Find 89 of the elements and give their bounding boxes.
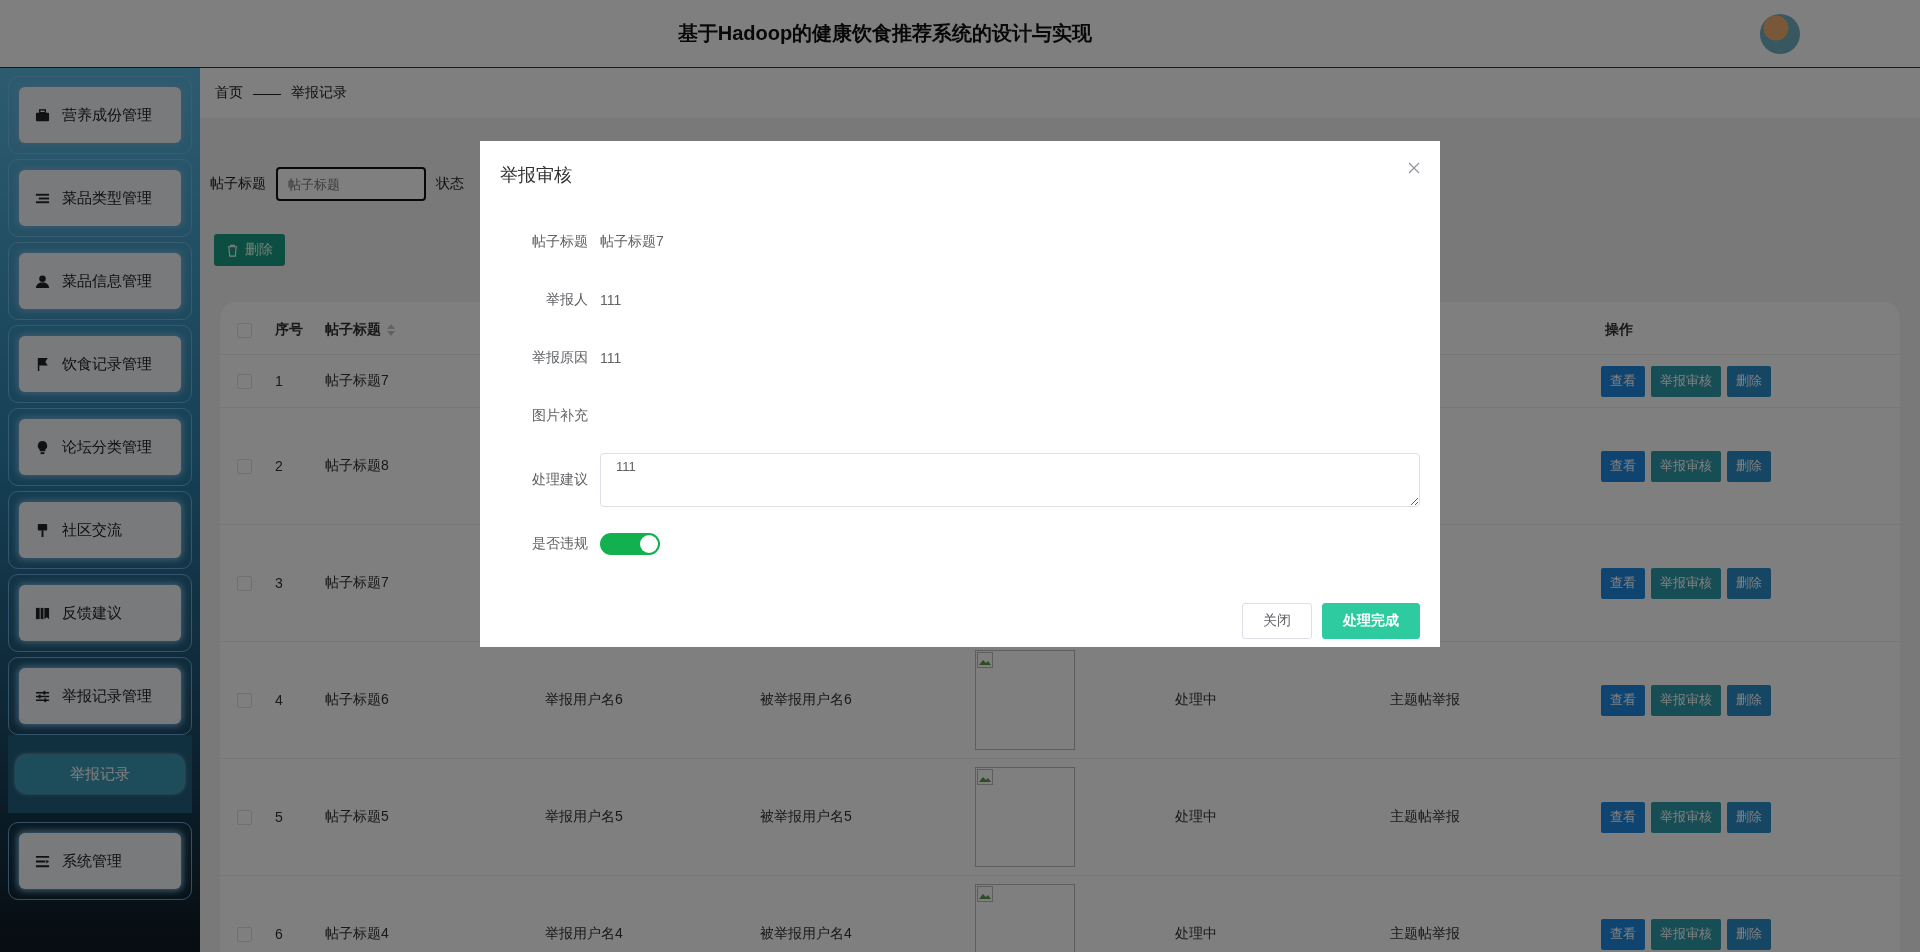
sidebar-item[interactable]: 系统管理 (8, 822, 192, 900)
user-icon (35, 273, 50, 289)
sidebar-item[interactable]: 饮食记录管理 (8, 325, 192, 403)
form-label: 图片补充 (531, 407, 589, 425)
table-cell: 1 (275, 373, 283, 389)
app-title: 基于Hadoop的健康饮食推荐系统的设计与实现 (677, 21, 1093, 46)
sidebar-item[interactable]: 菜品信息管理 (8, 242, 192, 320)
table-cell: 2 (275, 458, 283, 474)
form-label: 是否违规 (531, 535, 589, 553)
view-button[interactable]: 查看 (1601, 365, 1645, 397)
flag-icon (35, 356, 50, 372)
avatar[interactable] (1760, 14, 1800, 54)
table-cell: 举报用户名6 (545, 691, 623, 709)
sidebar-item[interactable]: 反馈建议 (8, 574, 192, 652)
form-label: 举报人 (545, 291, 589, 309)
sidebar-item[interactable]: 举报记录管理 (8, 657, 192, 735)
table-cell: 帖子标题5 (325, 808, 389, 826)
sidebar-item[interactable]: 菜品类型管理 (8, 159, 192, 237)
book-icon (35, 605, 50, 621)
view-button[interactable]: 查看 (1601, 567, 1645, 599)
review-button[interactable]: 举报审核 (1651, 365, 1721, 397)
breadcrumb-current: 举报记录 (291, 84, 347, 102)
table-cell: 帖子标题4 (325, 925, 389, 943)
column-header: 帖子标题 (325, 321, 381, 339)
table-cell: 举报用户名5 (545, 808, 623, 826)
review-button[interactable]: 举报审核 (1651, 450, 1721, 482)
form-value: 111 (600, 292, 622, 308)
table-cell: 被举报用户名5 (760, 808, 852, 826)
table-cell: 6 (275, 926, 283, 942)
bulb-icon (35, 439, 50, 455)
form-label: 举报原因 (531, 349, 589, 367)
sidebar-item[interactable]: 论坛分类管理 (8, 408, 192, 486)
table-cell: 处理中 (1175, 808, 1217, 826)
delete-button[interactable]: 删除 (1727, 801, 1771, 833)
delete-button[interactable]: 删除 (1727, 450, 1771, 482)
suggestion-field[interactable]: 111 (600, 453, 1420, 507)
review-button[interactable]: 举报审核 (1651, 684, 1721, 716)
toggle-switch[interactable] (600, 533, 660, 555)
table-cell: 主题帖举报 (1390, 691, 1460, 709)
column-header: 操作 (1605, 321, 1633, 339)
review-button[interactable]: 举报审核 (1651, 567, 1721, 599)
table-cell: 被举报用户名6 (760, 691, 852, 709)
table-cell: 被举报用户名4 (760, 925, 852, 943)
brush-icon (35, 522, 50, 538)
view-button[interactable]: 查看 (1601, 801, 1645, 833)
table-cell: 帖子标题8 (325, 457, 389, 475)
table-cell: 帖子标题7 (325, 372, 389, 390)
view-button[interactable]: 查看 (1601, 450, 1645, 482)
table-cell: 4 (275, 692, 283, 708)
table-cell: 处理中 (1175, 925, 1217, 943)
column-header: 序号 (275, 321, 303, 339)
delete-button[interactable]: 删除 (1727, 365, 1771, 397)
form-value: 111 (600, 350, 622, 366)
confirm-button[interactable]: 处理完成 (1322, 603, 1420, 639)
trash-icon (226, 243, 239, 257)
table-cell: 主题帖举报 (1390, 808, 1460, 826)
table-cell: 5 (275, 809, 283, 825)
status-label: 状态 (436, 175, 464, 193)
view-button[interactable]: 查看 (1601, 684, 1645, 716)
sidebar-item[interactable]: 营养成份管理 (8, 76, 192, 154)
sliders-icon (35, 688, 50, 704)
delete-button[interactable]: 删除 (214, 234, 285, 266)
delete-button[interactable]: 删除 (1727, 684, 1771, 716)
table-cell: 3 (275, 575, 283, 591)
sort-icon[interactable] (387, 324, 395, 336)
table-cell: 主题帖举报 (1390, 925, 1460, 943)
menu-icon (35, 853, 50, 869)
briefcase-icon (35, 107, 50, 123)
breadcrumb-link[interactable]: 首页 (215, 84, 243, 102)
table-cell: 帖子标题7 (325, 574, 389, 592)
close-button[interactable]: 关闭 (1242, 603, 1312, 639)
form-label: 帖子标题 (531, 233, 589, 251)
table-cell: 举报用户名4 (545, 925, 623, 943)
search-field[interactable]: 帖子标题 (276, 167, 426, 201)
review-button[interactable]: 举报审核 (1651, 918, 1721, 950)
table-cell: 处理中 (1175, 691, 1217, 709)
dialog-title: 举报审核 (500, 164, 572, 187)
breadcrumb-separator: —— (253, 85, 281, 101)
review-button[interactable]: 举报审核 (1651, 801, 1721, 833)
view-button[interactable]: 查看 (1601, 918, 1645, 950)
form-value: 帖子标题7 (600, 233, 664, 251)
submenu-item[interactable]: 举报记录 (16, 755, 184, 793)
close-icon[interactable] (1408, 162, 1420, 174)
delete-button[interactable]: 删除 (1727, 567, 1771, 599)
table-cell: 帖子标题6 (325, 691, 389, 709)
filter-label: 帖子标题 (210, 175, 266, 193)
form-label: 处理建议 (531, 471, 589, 489)
delete-button[interactable]: 删除 (1727, 918, 1771, 950)
sidebar-item[interactable]: 社区交流 (8, 491, 192, 569)
